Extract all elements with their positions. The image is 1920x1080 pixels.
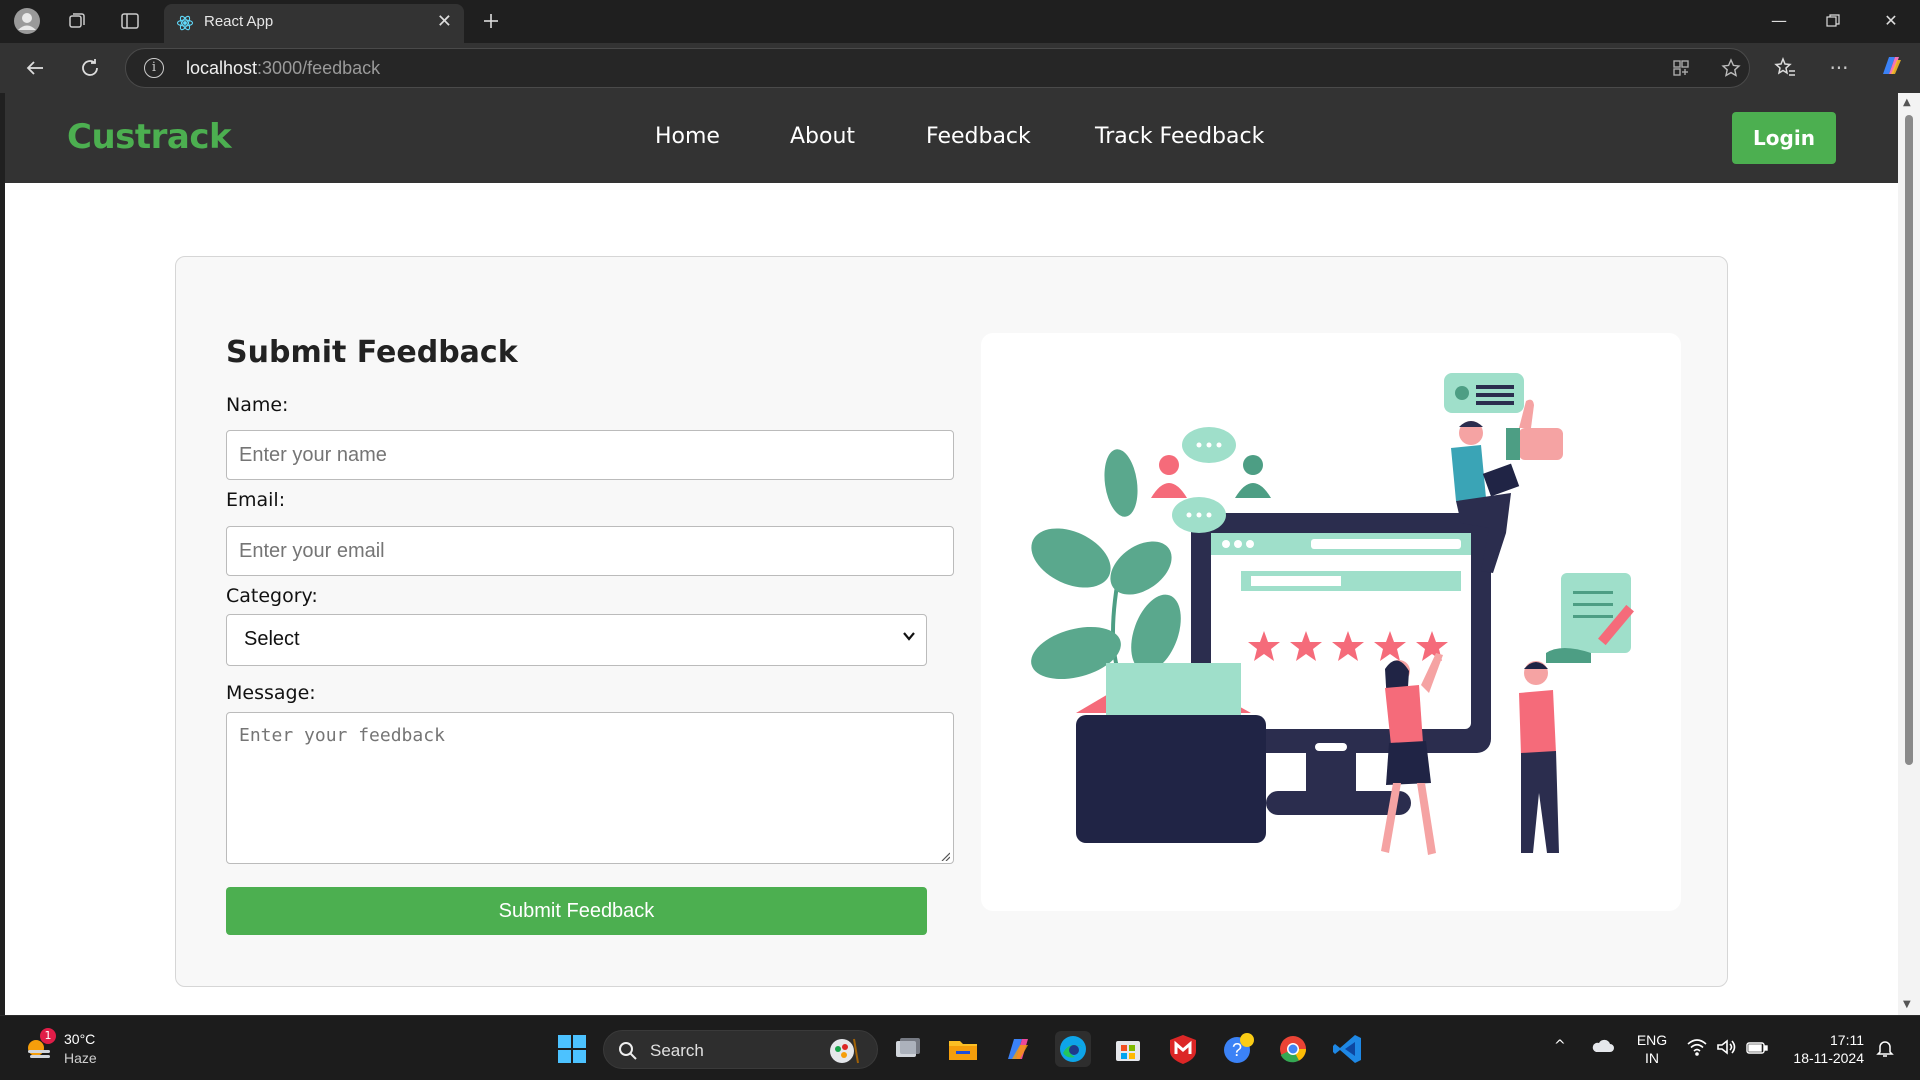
- search-highlight-icon: [830, 1038, 859, 1064]
- favorite-star-icon[interactable]: [1716, 55, 1746, 81]
- show-hidden-icons-icon[interactable]: ^: [1554, 1038, 1566, 1054]
- tab-title: React App: [204, 13, 274, 30]
- category-select[interactable]: Select: [226, 614, 927, 666]
- wifi-icon[interactable]: [1686, 1038, 1708, 1060]
- file-explorer-icon[interactable]: [945, 1031, 981, 1067]
- tab-react-app[interactable]: React App ✕: [164, 4, 464, 43]
- notification-bell-icon[interactable]: [1876, 1038, 1894, 1062]
- chrome-browser-icon[interactable]: [1275, 1031, 1311, 1067]
- language-indicator-top[interactable]: ENG: [1634, 1032, 1670, 1048]
- feedback-card: Submit Feedback Name: Email: Category: S…: [175, 256, 1728, 987]
- submit-feedback-button[interactable]: Submit Feedback: [226, 887, 927, 935]
- weather-badge: 1: [40, 1028, 56, 1044]
- minimize-icon[interactable]: —: [1759, 8, 1799, 34]
- message-label: Message:: [226, 682, 316, 704]
- battery-icon[interactable]: [1746, 1040, 1768, 1059]
- language-indicator-bottom[interactable]: IN: [1634, 1050, 1670, 1066]
- customer-review-illustration: [1031, 373, 1634, 855]
- scrollbar-thumb[interactable]: [1905, 115, 1913, 765]
- mailbox-icon: [1076, 663, 1266, 843]
- review-card-icon: [1444, 373, 1524, 413]
- copilot-icon[interactable]: [1876, 53, 1906, 79]
- brand-logo[interactable]: Custrack: [67, 117, 232, 157]
- nav-link-about[interactable]: About: [790, 124, 855, 149]
- react-favicon-icon: [176, 15, 194, 31]
- weather-widget[interactable]: 1: [22, 1028, 56, 1066]
- microsoft-store-icon[interactable]: [1110, 1031, 1146, 1067]
- onedrive-cloud-icon[interactable]: [1590, 1038, 1614, 1058]
- name-input[interactable]: [226, 430, 954, 480]
- page-scrollbar[interactable]: ▲ ▼: [1898, 93, 1920, 1015]
- page-viewport: Custrack Home About Feedback Track Feedb…: [5, 93, 1898, 1015]
- weather-temperature: 30°C: [64, 1031, 96, 1047]
- weather-description: Haze: [64, 1050, 97, 1066]
- message-textarea[interactable]: [226, 712, 954, 864]
- form-title: Submit Feedback: [226, 335, 518, 370]
- taskbar-search[interactable]: Search: [603, 1030, 878, 1069]
- windows-taskbar: 1 30°C Haze Search ? ^ ENG IN 17:11 18-1…: [0, 1015, 1920, 1080]
- site-navbar: Custrack Home About Feedback Track Feedb…: [5, 93, 1898, 183]
- category-selected-value: Select: [244, 628, 300, 650]
- document-icon: [1546, 573, 1634, 663]
- edge-browser-icon[interactable]: [1055, 1031, 1091, 1067]
- app-available-icon[interactable]: [1666, 55, 1696, 81]
- browser-address-bar: i localhost:3000/feedback ···: [0, 43, 1920, 93]
- nav-link-feedback[interactable]: Feedback: [926, 124, 1031, 149]
- help-icon[interactable]: ?: [1220, 1031, 1256, 1067]
- resize-handle-icon[interactable]: [940, 851, 950, 861]
- windows-logo-icon: [558, 1035, 586, 1063]
- restore-icon[interactable]: [1813, 8, 1853, 34]
- tab-close-icon[interactable]: ✕: [437, 11, 452, 32]
- man-standing-icon: [1519, 661, 1559, 853]
- new-tab-icon[interactable]: [476, 8, 506, 34]
- favorites-icon[interactable]: [1770, 55, 1800, 81]
- clock-time[interactable]: 17:11: [1780, 1032, 1864, 1048]
- email-label: Email:: [226, 489, 286, 511]
- task-view-icon[interactable]: [890, 1031, 926, 1067]
- url-bar[interactable]: i localhost:3000/feedback: [125, 48, 1750, 88]
- chevron-down-icon: [903, 632, 915, 641]
- feedback-illustration: [981, 333, 1681, 911]
- browser-tab-bar: React App ✕ — ✕: [0, 0, 1920, 43]
- clock-date[interactable]: 18-11-2024: [1780, 1050, 1864, 1066]
- scroll-up-icon[interactable]: ▲: [1903, 97, 1911, 108]
- volume-icon[interactable]: [1716, 1038, 1738, 1060]
- name-label: Name:: [226, 394, 289, 416]
- start-button[interactable]: [556, 1033, 588, 1065]
- taskbar-search-label: Search: [650, 1041, 704, 1060]
- more-options-icon[interactable]: ···: [1824, 55, 1854, 81]
- refresh-icon[interactable]: [75, 55, 105, 81]
- back-icon[interactable]: [20, 55, 50, 81]
- close-window-icon[interactable]: ✕: [1871, 8, 1911, 34]
- copilot-taskbar-icon[interactable]: [1000, 1031, 1036, 1067]
- nav-link-home[interactable]: Home: [655, 124, 720, 149]
- vertical-tabs-icon[interactable]: [115, 8, 145, 34]
- nav-link-track-feedback[interactable]: Track Feedback: [1095, 124, 1264, 149]
- vscode-icon[interactable]: [1330, 1031, 1366, 1067]
- site-info-icon[interactable]: i: [144, 58, 164, 78]
- email-input[interactable]: [226, 526, 954, 576]
- mcafee-icon[interactable]: [1165, 1031, 1201, 1067]
- login-button[interactable]: Login: [1732, 112, 1836, 164]
- profile-avatar-icon[interactable]: [12, 8, 42, 34]
- search-icon: [619, 1042, 637, 1060]
- category-label: Category:: [226, 585, 318, 607]
- svg-text:?: ?: [1232, 1040, 1242, 1060]
- url-text: localhost:3000/feedback: [186, 58, 381, 78]
- workspaces-icon[interactable]: [62, 8, 92, 34]
- scroll-down-icon[interactable]: ▼: [1903, 999, 1911, 1010]
